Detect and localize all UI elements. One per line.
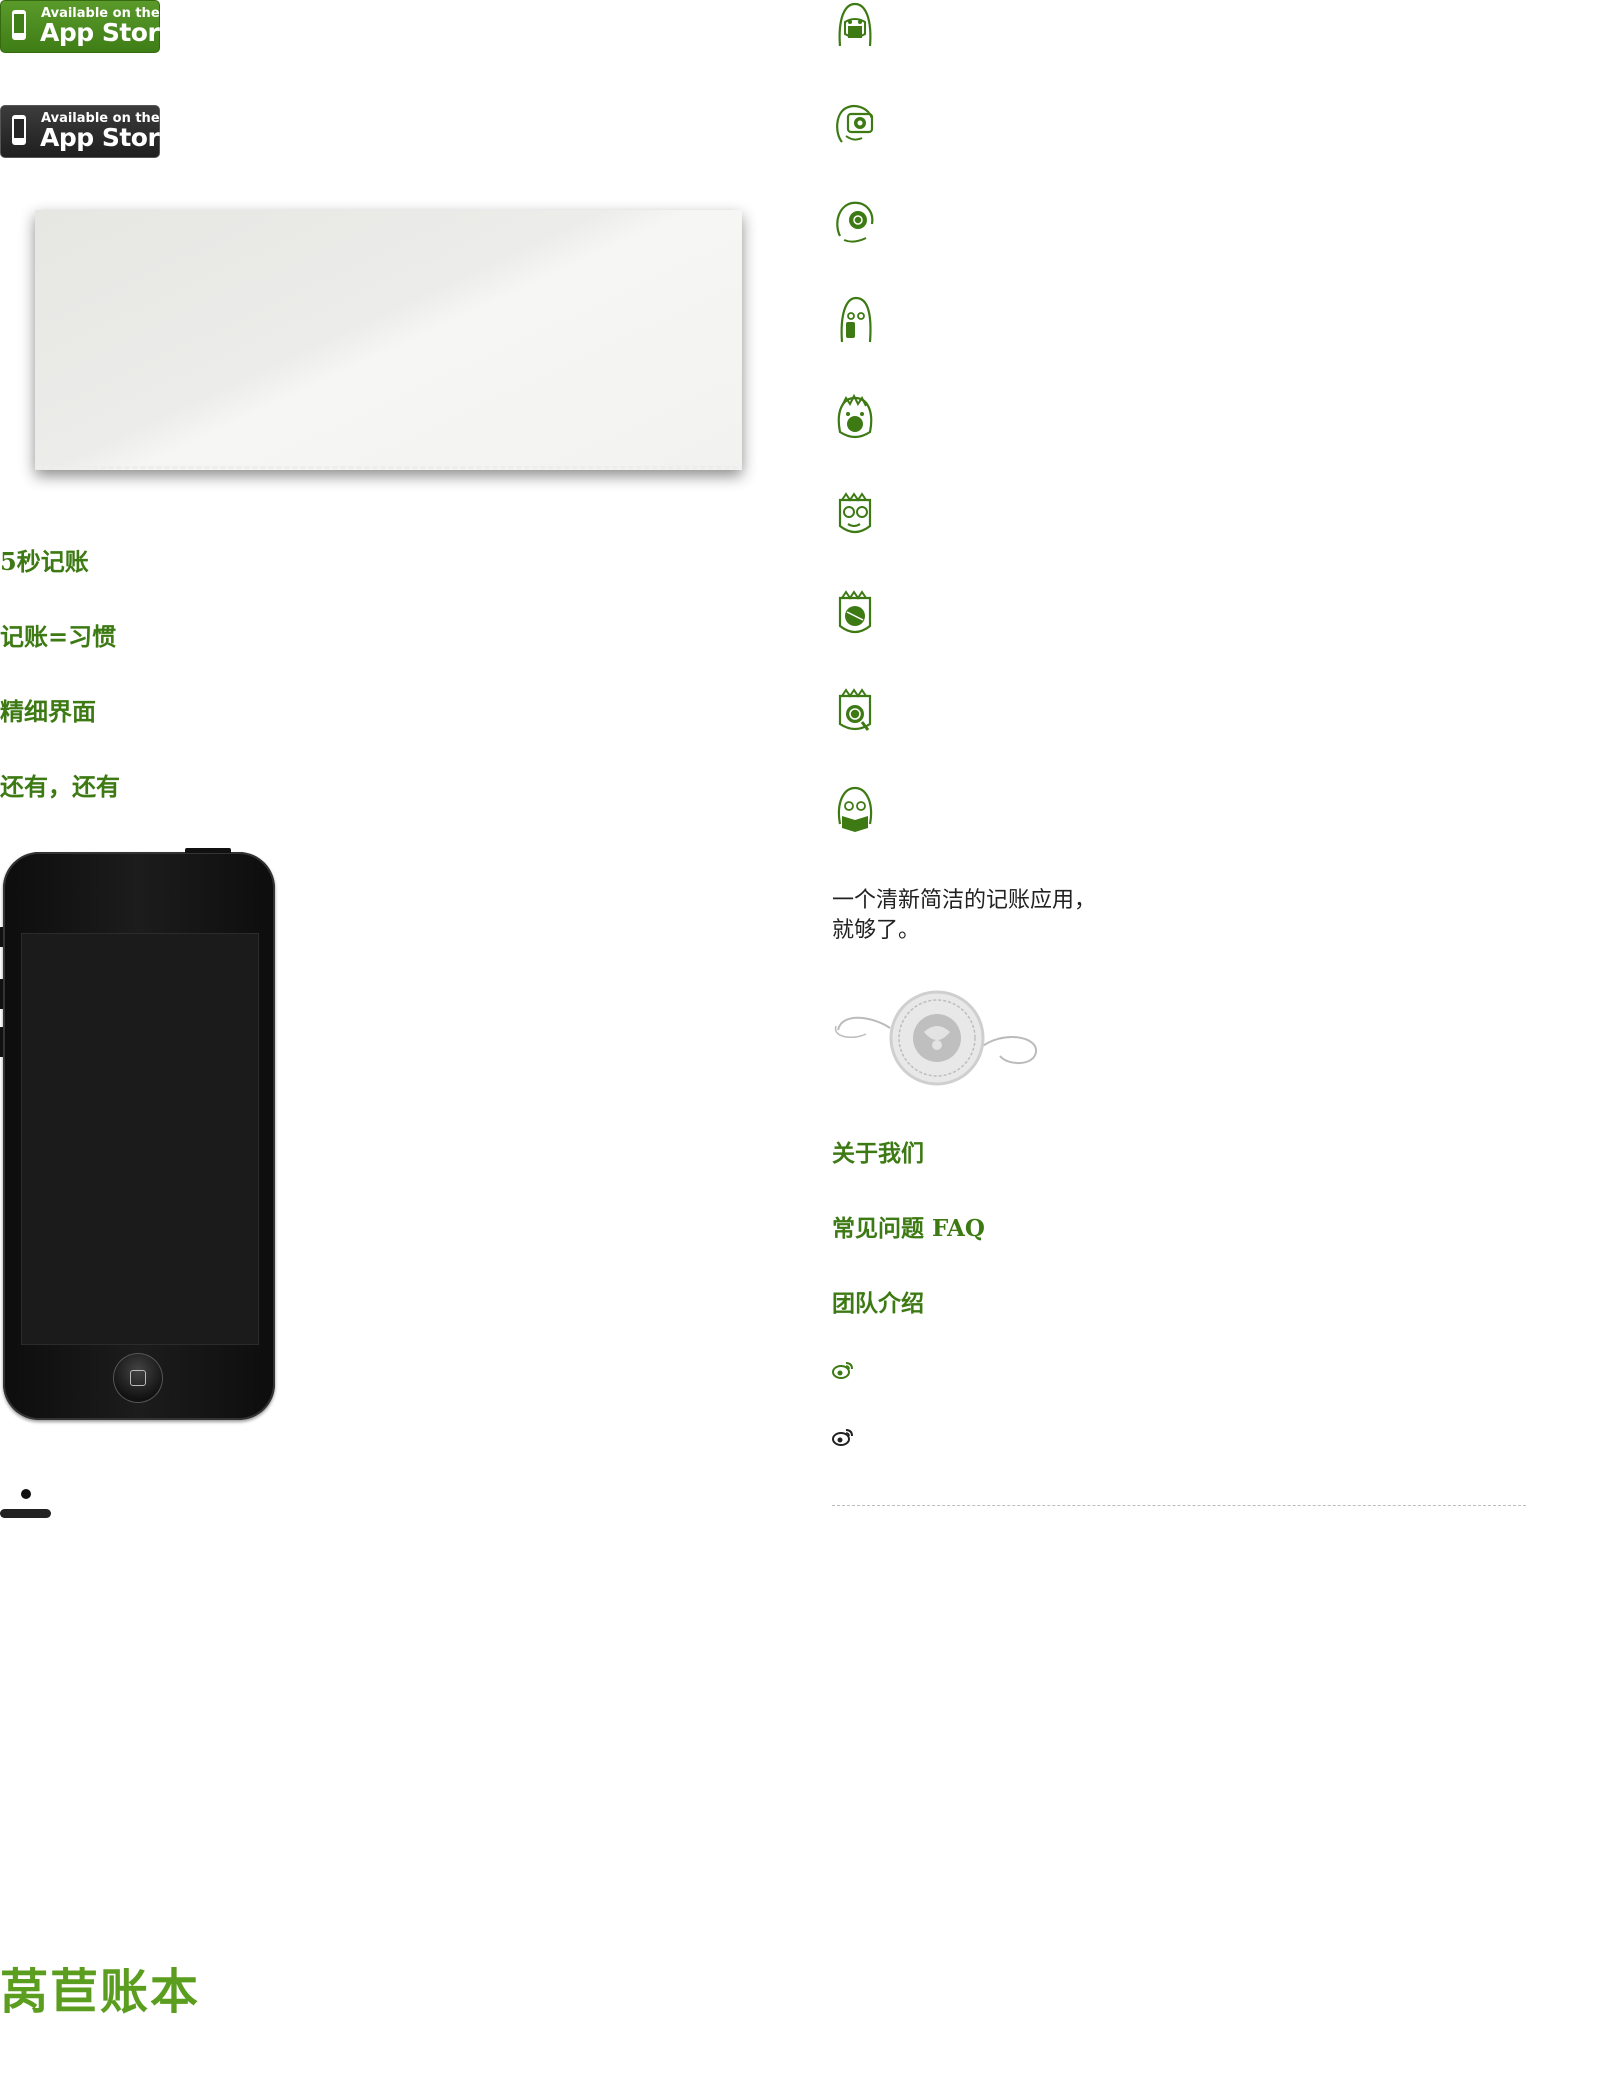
feature-link-ui[interactable]: 精细界面	[0, 692, 96, 727]
footer-divider	[832, 1505, 1526, 1506]
iphone-screen	[21, 933, 259, 1345]
paper-torn-edge	[35, 466, 742, 474]
indicator-bar-icon[interactable]	[0, 1509, 51, 1518]
iphone-icon	[12, 10, 26, 40]
avatar-boy-ball-icon	[838, 590, 872, 634]
stamp-seal-icon	[834, 990, 1037, 1086]
badge-big-label: App Store	[40, 18, 176, 47]
app-store-badge-dark[interactable]: Available on the App Store	[0, 105, 176, 158]
feature-link-habit[interactable]: 记账=习惯	[0, 617, 116, 652]
feature-link-5s[interactable]: 5秒记账	[0, 542, 89, 577]
about-us-link[interactable]: 关于我们	[832, 1134, 924, 1168]
avatar-boy-glasses-icon	[838, 492, 872, 534]
avatar-girl-mask-icon	[838, 2, 872, 47]
weibo-icon[interactable]	[832, 1428, 854, 1446]
iphone-icon	[12, 115, 26, 145]
weibo-icon[interactable]	[832, 1361, 854, 1379]
indicator-dot-icon[interactable]	[21, 1489, 31, 1499]
avatar-camera-icon	[836, 104, 874, 143]
team-link[interactable]: 团队介绍	[832, 1284, 924, 1318]
avatar-boy-magnifier-icon	[838, 688, 872, 731]
power-button	[185, 848, 231, 853]
app-store-badge-green[interactable]: Available on the App Store	[0, 0, 176, 53]
avatar-curly-hair-icon	[836, 201, 874, 243]
avatar-boy-coin-icon	[837, 393, 873, 439]
mute-switch	[0, 927, 3, 947]
iphone-mockup	[0, 848, 275, 1420]
volume-down-button	[0, 1027, 3, 1057]
tagline-text: 一个清新简洁的记账应用， 就够了。	[832, 888, 1097, 943]
volume-up-button	[0, 979, 3, 1009]
avatar-girl-phone-icon	[840, 296, 872, 343]
paper-receipt-image	[35, 210, 742, 470]
home-button	[113, 1353, 163, 1403]
footer-logo: 莴苣账本	[0, 1964, 201, 2020]
faq-link[interactable]: 常见问题 FAQ	[832, 1209, 985, 1243]
badge-big-label: App Store	[40, 123, 176, 152]
avatar-girl-book-icon	[837, 786, 873, 832]
feature-link-more[interactable]: 还有，还有	[0, 767, 120, 802]
